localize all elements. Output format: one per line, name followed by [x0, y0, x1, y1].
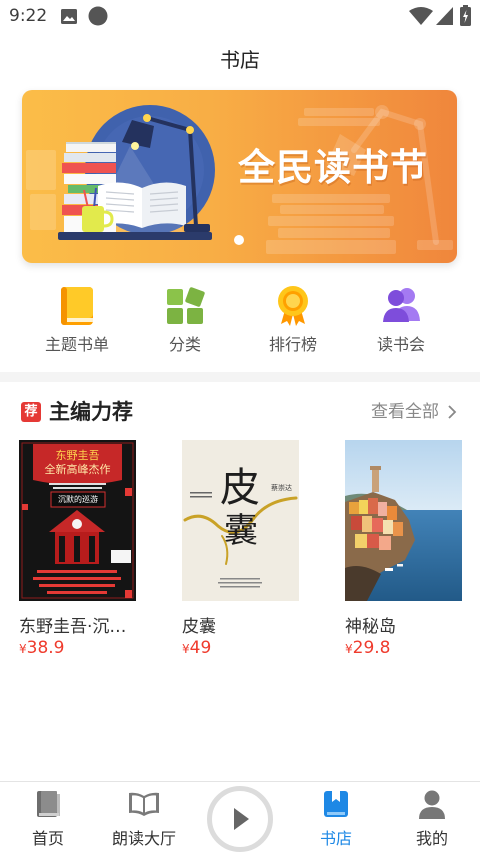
price-currency: ¥: [345, 642, 353, 656]
wifi-icon: [409, 7, 433, 29]
image-icon: [61, 9, 77, 28]
bookstore-icon: [288, 790, 384, 820]
recommend-badge: 荐: [21, 402, 41, 422]
book-cover[interactable]: [345, 440, 462, 601]
people-icon: [381, 284, 421, 330]
book-price: ¥49: [182, 637, 211, 660]
price-currency: ¥: [182, 642, 190, 656]
nav-home[interactable]: 首页: [0, 782, 96, 853]
category-reading-club[interactable]: 读书会: [347, 282, 455, 360]
cover-text: 全新高峰杰作: [44, 463, 111, 476]
book-card[interactable]: 神秘岛 ¥29.8: [345, 440, 463, 660]
category-label: 排行榜: [268, 335, 317, 354]
nav-profile[interactable]: 我的: [384, 782, 480, 853]
signal-icon: [436, 7, 453, 29]
book-cover[interactable]: 东野圭吾 全新高峰杰作 沉默的巡游: [19, 440, 136, 601]
category-theme-booklist[interactable]: 主题书单: [23, 282, 131, 360]
banner-headline: 全民读书节: [238, 146, 428, 189]
battery-charging-icon: [460, 5, 471, 30]
cover-char: 囊: [224, 511, 258, 551]
price-value: 49: [189, 638, 212, 658]
book-card[interactable]: 东野圭吾 全新高峰杰作 沉默的巡游 东野圭吾·沉… ¥38.9: [19, 440, 137, 660]
book-price: ¥29.8: [345, 637, 391, 660]
nav-reading-hall[interactable]: 朗读大厅: [96, 782, 192, 853]
nav-label: 书店: [319, 829, 352, 848]
page-title: 书店: [220, 48, 260, 72]
banner-page-indicator-dot: [234, 235, 244, 245]
book-card[interactable]: 皮 囊 蔡崇达 皮囊 ¥49: [182, 440, 300, 660]
category-label: 分类: [168, 335, 201, 354]
price-value: 29.8: [352, 638, 391, 658]
price-currency: ¥: [19, 642, 27, 656]
circle-icon: [88, 6, 108, 30]
nav-label: 朗读大厅: [111, 829, 176, 848]
category-label: 主题书单: [44, 335, 109, 354]
play-icon: [234, 808, 249, 830]
category-grid-icon: [165, 284, 205, 330]
home-book-icon: [0, 790, 96, 820]
section-title: 主编力荐: [49, 400, 133, 424]
person-icon: [384, 790, 480, 820]
cover-char: 皮: [220, 465, 260, 511]
medal-icon: [273, 284, 313, 330]
status-bar: 9:22: [0, 0, 480, 32]
category-classify[interactable]: 分类: [131, 282, 239, 360]
price-value: 38.9: [26, 638, 65, 658]
promo-banner[interactable]: 全民读书节: [22, 90, 457, 263]
section-divider: [0, 372, 480, 382]
cover-author: 蔡崇达: [271, 484, 292, 492]
nav-label: 首页: [31, 829, 64, 848]
book-title[interactable]: 东野圭吾·沉…: [19, 616, 144, 638]
book-title[interactable]: 神秘岛: [345, 616, 470, 638]
cover-text: 东野圭吾: [55, 449, 100, 462]
book-cover[interactable]: 皮 囊 蔡崇达: [182, 440, 299, 601]
nav-label: 我的: [415, 829, 448, 848]
open-book-icon: [96, 790, 192, 820]
play-button[interactable]: [207, 786, 273, 852]
nav-bookstore[interactable]: 书店: [288, 782, 384, 853]
status-time: 9:22: [9, 6, 48, 26]
chevron-right-icon[interactable]: [447, 404, 457, 424]
cover-title: 沉默的巡游: [58, 495, 98, 504]
category-ranking[interactable]: 排行榜: [239, 282, 347, 360]
book-title[interactable]: 皮囊: [182, 616, 307, 638]
category-row: 主题书单 分类 排行榜 读书会: [0, 282, 480, 362]
book-price: ¥38.9: [19, 637, 65, 660]
category-label: 读书会: [376, 335, 425, 354]
book-list-icon: [57, 284, 97, 330]
view-all-link[interactable]: 查看全部: [371, 400, 439, 424]
